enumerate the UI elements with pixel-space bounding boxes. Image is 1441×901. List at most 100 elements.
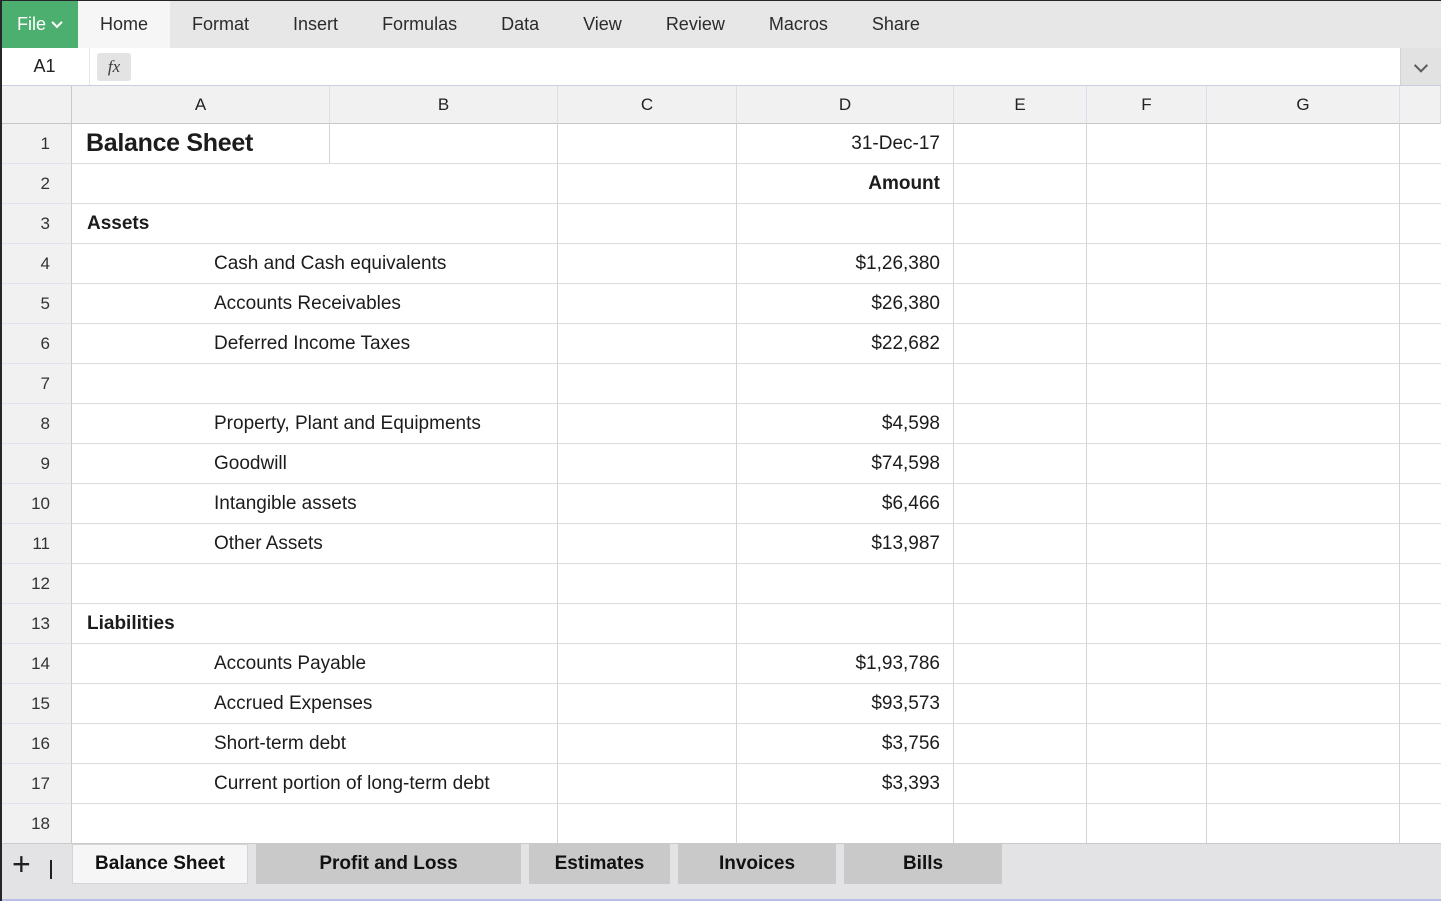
- cell-c14[interactable]: [558, 644, 737, 684]
- cell-g12[interactable]: [1207, 564, 1400, 604]
- cell-e14[interactable]: [954, 644, 1087, 684]
- cell-d6[interactable]: $22,682: [737, 324, 954, 364]
- cell-c11[interactable]: [558, 524, 737, 564]
- cell-f1[interactable]: [1087, 124, 1207, 164]
- cell-c15[interactable]: [558, 684, 737, 724]
- menu-item-home[interactable]: Home: [78, 0, 170, 48]
- cell-a2[interactable]: [72, 164, 558, 204]
- cell-d14[interactable]: $1,93,786: [737, 644, 954, 684]
- cell-d4[interactable]: $1,26,380: [737, 244, 954, 284]
- sheet-tab-profit-and-loss[interactable]: Profit and Loss: [256, 844, 521, 884]
- cell-a13[interactable]: Liabilities: [72, 604, 558, 644]
- cell-d15[interactable]: $93,573: [737, 684, 954, 724]
- row-header-18[interactable]: 18: [0, 804, 72, 843]
- cell-g10[interactable]: [1207, 484, 1400, 524]
- formula-input[interactable]: [138, 48, 1400, 85]
- cell-a5[interactable]: Accounts Receivables: [72, 284, 558, 324]
- cell-e12[interactable]: [954, 564, 1087, 604]
- cell-f9[interactable]: [1087, 444, 1207, 484]
- cell-f13[interactable]: [1087, 604, 1207, 644]
- row-header-13[interactable]: 13: [0, 604, 72, 644]
- cell-f15[interactable]: [1087, 684, 1207, 724]
- menu-item-view[interactable]: View: [561, 0, 644, 48]
- cell-a3[interactable]: Assets: [72, 204, 558, 244]
- cell-g5[interactable]: [1207, 284, 1400, 324]
- formula-bar-expand-button[interactable]: [1400, 48, 1441, 85]
- cell-d5[interactable]: $26,380: [737, 284, 954, 324]
- cell-g8[interactable]: [1207, 404, 1400, 444]
- row-header-17[interactable]: 17: [0, 764, 72, 804]
- cell-h5[interactable]: [1400, 284, 1441, 324]
- cell-f8[interactable]: [1087, 404, 1207, 444]
- cell-e5[interactable]: [954, 284, 1087, 324]
- file-menu-button[interactable]: File: [0, 0, 78, 48]
- cell-d2[interactable]: Amount: [737, 164, 954, 204]
- cell-c18[interactable]: [558, 804, 737, 843]
- row-header-14[interactable]: 14: [0, 644, 72, 684]
- cell-f12[interactable]: [1087, 564, 1207, 604]
- cell-f17[interactable]: [1087, 764, 1207, 804]
- row-header-3[interactable]: 3: [0, 204, 72, 244]
- cell-e1[interactable]: [954, 124, 1087, 164]
- sheet-tab-balance-sheet[interactable]: Balance Sheet: [72, 844, 248, 884]
- cell-h11[interactable]: [1400, 524, 1441, 564]
- sheet-list-button[interactable]: [50, 860, 52, 878]
- cell-g4[interactable]: [1207, 244, 1400, 284]
- cell-d11[interactable]: $13,987: [737, 524, 954, 564]
- fx-button[interactable]: fx: [97, 53, 131, 81]
- cell-f18[interactable]: [1087, 804, 1207, 843]
- menu-item-review[interactable]: Review: [644, 0, 747, 48]
- cell-f10[interactable]: [1087, 484, 1207, 524]
- cell-f11[interactable]: [1087, 524, 1207, 564]
- cell-f5[interactable]: [1087, 284, 1207, 324]
- cell-d9[interactable]: $74,598: [737, 444, 954, 484]
- menu-item-macros[interactable]: Macros: [747, 0, 850, 48]
- cell-g13[interactable]: [1207, 604, 1400, 644]
- cell-f16[interactable]: [1087, 724, 1207, 764]
- row-header-5[interactable]: 5: [0, 284, 72, 324]
- cell-a6[interactable]: Deferred Income Taxes: [72, 324, 558, 364]
- cell-f7[interactable]: [1087, 364, 1207, 404]
- sheet-tab-estimates[interactable]: Estimates: [529, 844, 670, 884]
- cell-c5[interactable]: [558, 284, 737, 324]
- cell-c8[interactable]: [558, 404, 737, 444]
- cell-g3[interactable]: [1207, 204, 1400, 244]
- cell-e17[interactable]: [954, 764, 1087, 804]
- column-header-e[interactable]: E: [954, 86, 1087, 124]
- cell-a11[interactable]: Other Assets: [72, 524, 558, 564]
- row-header-8[interactable]: 8: [0, 404, 72, 444]
- cell-c16[interactable]: [558, 724, 737, 764]
- cell-c9[interactable]: [558, 444, 737, 484]
- cell-d12[interactable]: [737, 564, 954, 604]
- column-header-f[interactable]: F: [1087, 86, 1207, 124]
- cell-f3[interactable]: [1087, 204, 1207, 244]
- cell-name-box[interactable]: A1: [0, 48, 90, 85]
- cell-d8[interactable]: $4,598: [737, 404, 954, 444]
- cell-a12[interactable]: [72, 564, 558, 604]
- sheet-tab-bills[interactable]: Bills: [844, 844, 1002, 884]
- cell-d16[interactable]: $3,756: [737, 724, 954, 764]
- cell-c4[interactable]: [558, 244, 737, 284]
- cell-h6[interactable]: [1400, 324, 1441, 364]
- cell-c2[interactable]: [558, 164, 737, 204]
- column-header-d[interactable]: D: [737, 86, 954, 124]
- cell-d18[interactable]: [737, 804, 954, 843]
- cell-e2[interactable]: [954, 164, 1087, 204]
- cell-a16[interactable]: Short-term debt: [72, 724, 558, 764]
- cell-a9[interactable]: Goodwill: [72, 444, 558, 484]
- cell-h3[interactable]: [1400, 204, 1441, 244]
- column-header-partial[interactable]: [1400, 86, 1441, 124]
- select-all-corner[interactable]: [0, 86, 72, 124]
- row-header-11[interactable]: 11: [0, 524, 72, 564]
- row-header-16[interactable]: 16: [0, 724, 72, 764]
- cell-a8[interactable]: Property, Plant and Equipments: [72, 404, 558, 444]
- cell-d7[interactable]: [737, 364, 954, 404]
- cell-h7[interactable]: [1400, 364, 1441, 404]
- cell-e3[interactable]: [954, 204, 1087, 244]
- cell-a17[interactable]: Current portion of long-term debt: [72, 764, 558, 804]
- row-header-9[interactable]: 9: [0, 444, 72, 484]
- cell-h16[interactable]: [1400, 724, 1441, 764]
- row-header-7[interactable]: 7: [0, 364, 72, 404]
- cell-a15[interactable]: Accrued Expenses: [72, 684, 558, 724]
- menu-item-data[interactable]: Data: [479, 0, 561, 48]
